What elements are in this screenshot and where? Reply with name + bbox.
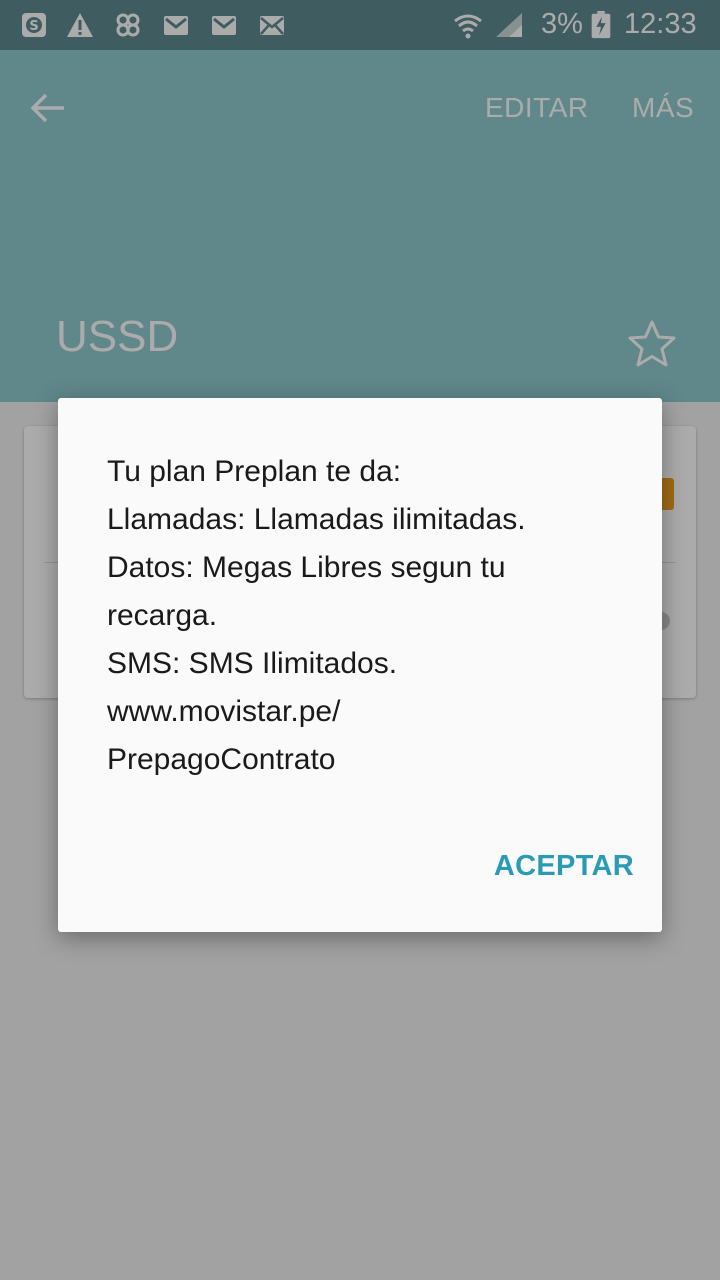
dialog-message: Tu plan Preplan te da: Llamadas: Llamada… [107, 448, 627, 784]
ussd-response-dialog: Tu plan Preplan te da: Llamadas: Llamada… [58, 398, 662, 932]
dialog-line: Tu plan Preplan te da: [107, 455, 402, 488]
dialog-line: Datos: Megas Libres segun tu [107, 551, 506, 584]
dialog-line: PrepagoContrato [107, 743, 336, 776]
dialog-line: recarga. [107, 599, 218, 632]
dialog-line: www.movistar.pe/ [107, 695, 341, 728]
accept-button[interactable]: ACEPTAR [458, 838, 634, 894]
dialog-line: Llamadas: Llamadas ilimitadas. [107, 503, 526, 536]
dialog-line: SMS: SMS Ilimitados. [107, 647, 398, 680]
